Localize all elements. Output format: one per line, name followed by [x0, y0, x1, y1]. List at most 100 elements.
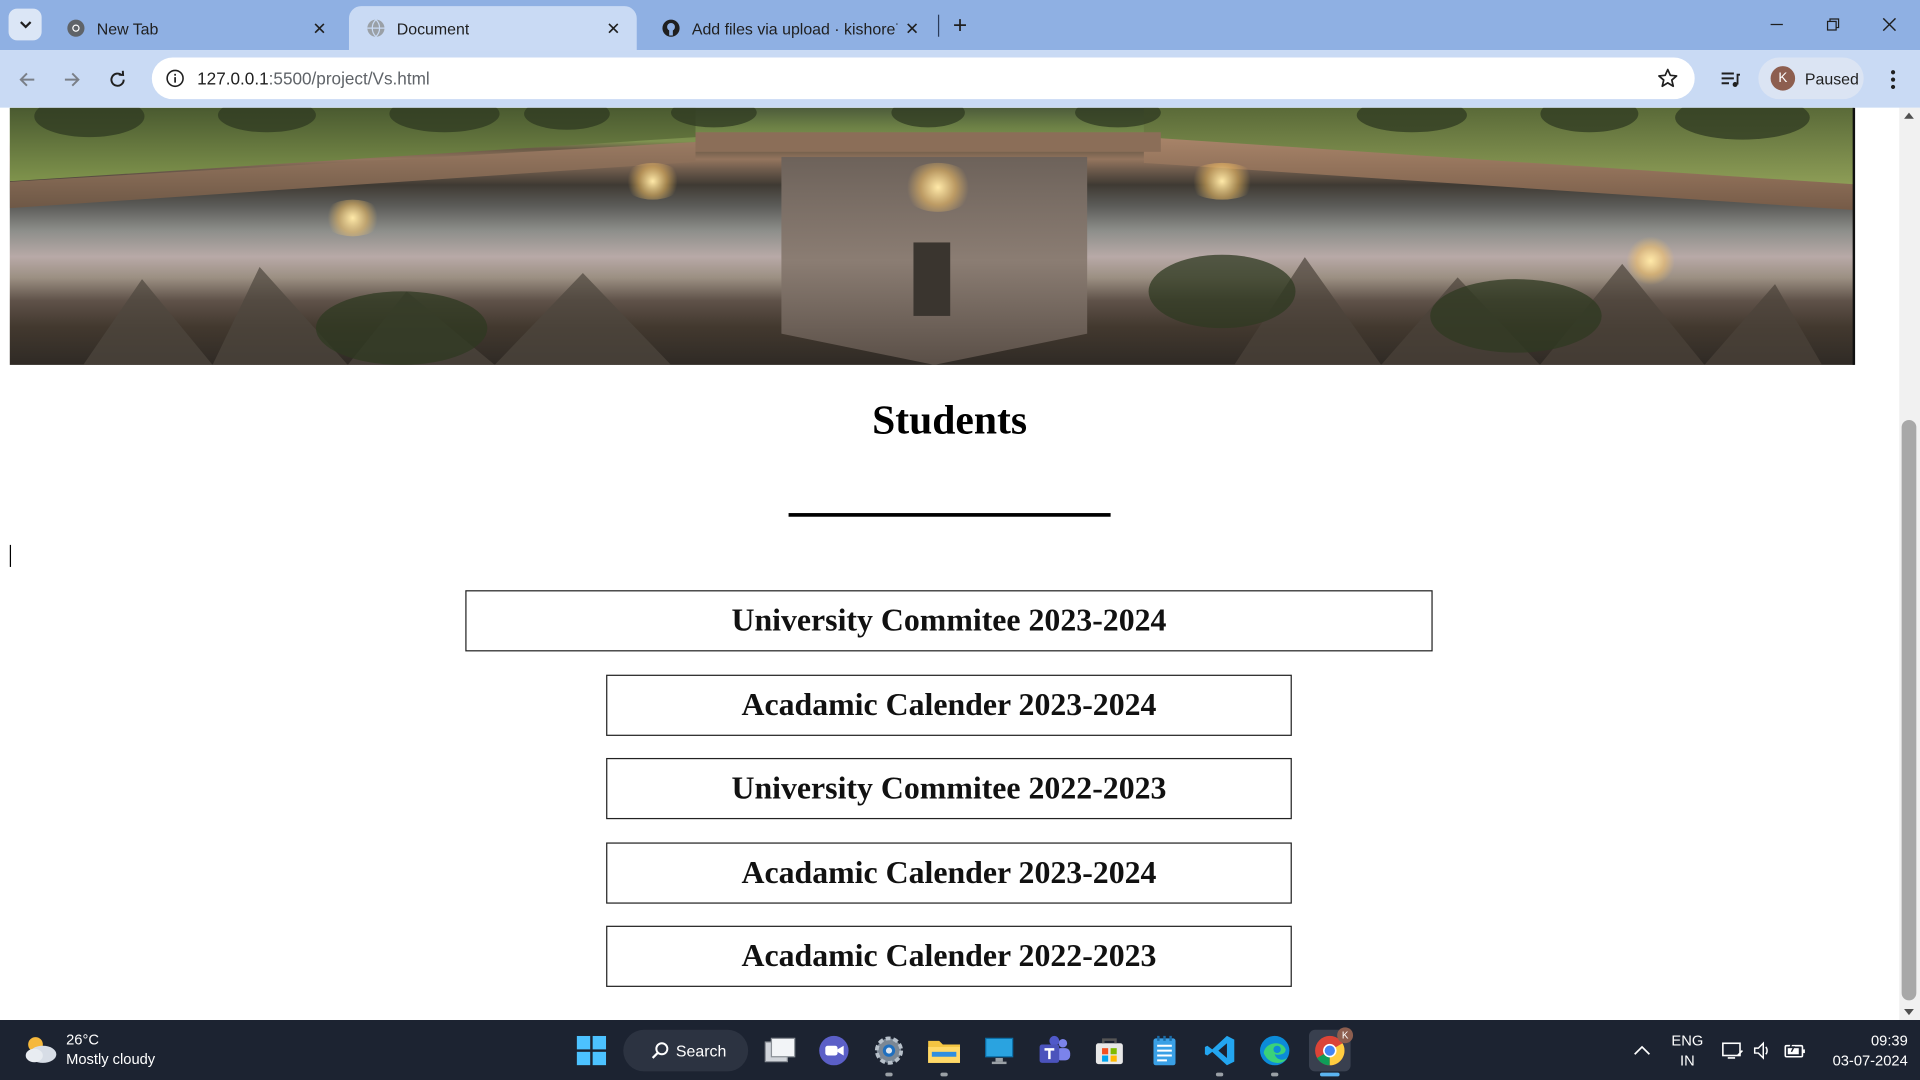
microsoft-store-button[interactable]: [1089, 1030, 1131, 1072]
tab-label: New Tab: [96, 18, 159, 38]
close-icon[interactable]: ✕: [901, 17, 923, 39]
vscode-button[interactable]: [1199, 1030, 1241, 1077]
active-indicator: [1320, 1072, 1340, 1077]
scroll-down-arrow-icon[interactable]: [1904, 1008, 1914, 1016]
tab-label: Add files via upload · kishore72: [691, 18, 898, 38]
scrollbar-thumb[interactable]: [1901, 420, 1917, 1001]
profile-badge: K: [1337, 1027, 1354, 1044]
academic-calendar-2022-2023-link[interactable]: Acadamic Calender 2022-2023: [606, 925, 1292, 987]
notepad-button[interactable]: [1144, 1030, 1186, 1072]
store-bag-icon: [1095, 1038, 1123, 1065]
gear-icon: [874, 1036, 904, 1065]
campus-hero-image: [9, 107, 1854, 365]
running-indicator: [940, 1072, 948, 1077]
clock-time: 09:39: [1870, 1032, 1908, 1050]
university-committee-2022-2023-link[interactable]: University Commitee 2022-2023: [606, 757, 1292, 820]
back-button[interactable]: [11, 64, 43, 96]
cloudy-weather-icon: [22, 1033, 59, 1065]
edge-button[interactable]: [1254, 1030, 1296, 1077]
folder-icon: [928, 1040, 960, 1063]
scroll-up-arrow-icon[interactable]: [1904, 112, 1914, 119]
system-clock[interactable]: 09:39 03-07-2024: [1817, 1031, 1908, 1070]
input-language-indicator[interactable]: ENG IN: [1668, 1031, 1707, 1070]
text-caret: [9, 544, 12, 567]
tab-label: Document: [396, 18, 470, 38]
restore-icon: [1826, 18, 1840, 31]
page-title: Students: [872, 397, 1028, 444]
university-committee-2023-2024-link[interactable]: University Commitee 2023-2024: [465, 590, 1433, 652]
chrome-taskbar-button[interactable]: K: [1308, 1027, 1354, 1077]
kebab-menu-icon: [1890, 70, 1896, 90]
profile-button[interactable]: K Paused: [1758, 57, 1864, 100]
tab-search-button[interactable]: [8, 8, 42, 41]
chevron-up-icon: [1634, 1045, 1650, 1055]
site-info-icon[interactable]: [162, 65, 189, 92]
windows-taskbar: 26°C Mostly cloudy Search K ENG IN 09:39…: [0, 1020, 1920, 1080]
tab-separator: [937, 14, 940, 37]
task-view-icon: [764, 1037, 796, 1063]
show-hidden-icons-button[interactable]: [1633, 1020, 1650, 1080]
weather-condition: Mostly cloudy: [66, 1050, 156, 1068]
close-icon[interactable]: ✕: [602, 17, 624, 39]
profile-status: Paused: [1804, 69, 1859, 88]
weather-temperature: 26°C: [66, 1031, 99, 1049]
start-button[interactable]: [571, 1030, 613, 1072]
hero-border: [1852, 107, 1856, 365]
media-control-button[interactable]: [1714, 64, 1746, 96]
title-divider: [788, 513, 1111, 517]
forward-button[interactable]: [56, 64, 88, 96]
volume-icon[interactable]: [1752, 1020, 1772, 1080]
academic-calendar-2023-2024-link[interactable]: Acadamic Calender 2023-2024: [606, 674, 1292, 736]
close-icon[interactable]: ✕: [309, 17, 331, 39]
video-chat-icon: [819, 1035, 849, 1066]
language-code: ENG: [1671, 1032, 1704, 1050]
github-icon: [661, 18, 681, 38]
minimize-button[interactable]: [1749, 0, 1805, 49]
teams-chat-button[interactable]: [813, 1030, 855, 1072]
tab-new-tab[interactable]: New Tab ✕: [49, 6, 343, 50]
minimize-icon: [1770, 23, 1783, 26]
page-viewport: Students University Commitee 2023-2024 A…: [0, 107, 1900, 1020]
new-tab-button[interactable]: +: [945, 11, 974, 40]
search-icon: [651, 1042, 669, 1059]
battery-icon[interactable]: [1783, 1020, 1807, 1080]
url-text[interactable]: 127.0.0.1:5500/project/Vs.html: [197, 69, 430, 89]
vscode-icon: [1204, 1035, 1235, 1066]
reload-button[interactable]: [102, 64, 134, 96]
running-indicator: [1215, 1072, 1224, 1077]
tab-document[interactable]: Document ✕: [348, 6, 637, 51]
clock-date: 03-07-2024: [1832, 1051, 1908, 1069]
monitor-icon: [985, 1037, 1014, 1065]
weather-widget[interactable]: 26°C Mostly cloudy: [22, 1030, 155, 1069]
browser-toolbar: 127.0.0.1:5500/project/Vs.html K Paused: [0, 50, 1920, 108]
address-bar[interactable]: 127.0.0.1:5500/project/Vs.html: [151, 57, 1695, 100]
media-playlist-icon: [1721, 72, 1741, 87]
url-host: 127.0.0.1: [197, 68, 269, 89]
tab-strip: New Tab ✕ Document ✕ Add files via uploa…: [0, 0, 1920, 51]
close-window-button[interactable]: [1861, 0, 1917, 49]
url-path: :5500/project/Vs.html: [268, 68, 430, 89]
file-explorer-button[interactable]: [923, 1030, 965, 1077]
vertical-scrollbar[interactable]: [1899, 107, 1920, 1020]
browser-menu-button[interactable]: [1878, 64, 1907, 96]
taskbar-search[interactable]: Search: [623, 1029, 749, 1072]
reload-icon: [110, 70, 125, 87]
running-indicator: [885, 1072, 893, 1077]
bookmark-star-icon[interactable]: [1656, 66, 1680, 90]
network-icon[interactable]: [1722, 1020, 1744, 1080]
remote-desktop-button[interactable]: [978, 1030, 1020, 1072]
settings-app-button[interactable]: [868, 1030, 910, 1077]
task-view-button[interactable]: [759, 1030, 801, 1072]
restore-button[interactable]: [1805, 0, 1861, 49]
windows-logo-icon: [576, 1035, 607, 1066]
teams-button[interactable]: [1033, 1030, 1075, 1072]
plus-icon: +: [952, 11, 968, 39]
arrow-left-icon: [19, 72, 35, 87]
running-indicator: [1271, 1072, 1279, 1077]
close-icon: [1882, 17, 1897, 32]
academic-calendar-2023-2024-link-2[interactable]: Acadamic Calender 2023-2024: [606, 842, 1292, 904]
tab-github-upload[interactable]: Add files via upload · kishore72 ✕: [644, 6, 935, 50]
chevron-down-icon: [19, 21, 31, 29]
notepad-icon: [1153, 1035, 1176, 1066]
arrow-right-icon: [64, 72, 80, 87]
